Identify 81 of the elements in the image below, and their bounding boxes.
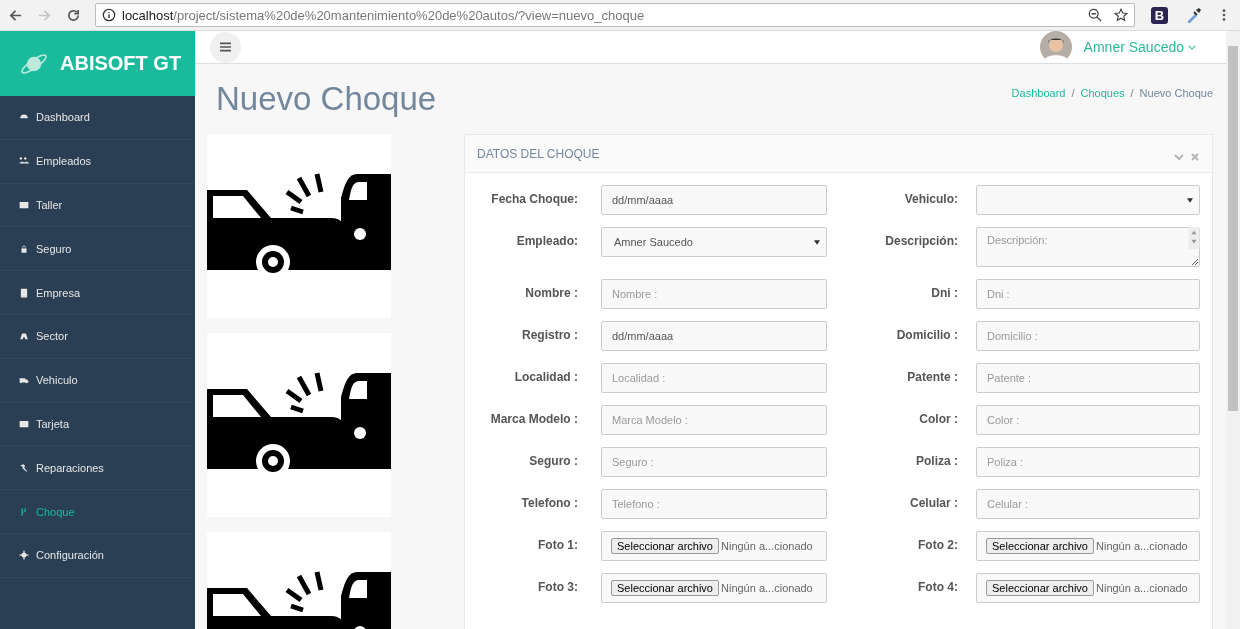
textarea-field[interactable]: Descripción:	[976, 227, 1200, 267]
text-field[interactable]: Dni :	[976, 279, 1200, 309]
text-field[interactable]: Domicilio :	[976, 321, 1200, 351]
field-label: Poliza :	[915, 453, 959, 468]
select-field[interactable]	[976, 185, 1200, 215]
text-field[interactable]: Localidad :	[601, 363, 827, 393]
address-bar[interactable]: localhost/project/sistema%20de%20mantenimiento%20de%20autos/?view=nuevo_choque	[95, 3, 1135, 27]
star-icon[interactable]	[1114, 8, 1128, 22]
file-field[interactable]: Seleccionar archivo Ningún a...cionado	[976, 531, 1200, 561]
file-status-text: Ningún a...cionado	[1096, 582, 1188, 594]
menu-icon	[220, 42, 231, 52]
field-label: Registro :	[521, 327, 579, 342]
extension-button[interactable]: B	[1151, 6, 1168, 24]
date-field[interactable]: dd/mm/aaaa	[601, 321, 827, 351]
text-field[interactable]: Marca Modelo :	[601, 405, 827, 435]
choose-file-button[interactable]: Seleccionar archivo	[986, 538, 1094, 554]
spinner-arrows-icon	[1188, 227, 1200, 249]
field-label: Vehiculo:	[903, 191, 959, 206]
field-label: Localidad :	[513, 369, 579, 384]
file-field[interactable]: Seleccionar archivo Ningún a...cionado	[601, 573, 827, 603]
text-field[interactable]: Telefono :	[601, 489, 827, 519]
menu-item-icon	[19, 200, 29, 210]
field-label: Nombre :	[524, 285, 579, 300]
text-field[interactable]: Nombre :	[601, 279, 827, 309]
eyedropper-icon[interactable]	[1186, 7, 1202, 23]
field-label: Color :	[918, 411, 959, 426]
field-label: Celular :	[909, 495, 959, 510]
menu-icon[interactable]	[1222, 8, 1226, 22]
field-label: Telefono :	[520, 495, 579, 510]
menu-item-icon	[19, 331, 29, 342]
breadcrumb-current: Nuevo Choque	[1139, 87, 1213, 99]
brand-name: ABISOFT GT	[60, 52, 182, 75]
panel-title: DATOS DEL CHOQUE	[477, 146, 600, 161]
file-field[interactable]: Seleccionar archivo Ningún a...cionado	[976, 573, 1200, 603]
file-status-text: Ningún a...cionado	[721, 540, 813, 552]
breadcrumb-separator: /	[1071, 87, 1075, 99]
reload-icon[interactable]	[66, 7, 81, 23]
field-label: Foto 2:	[917, 537, 959, 552]
menu-item-icon	[19, 156, 29, 167]
info-icon[interactable]	[102, 8, 116, 22]
date-field[interactable]: dd/mm/aaaa	[601, 185, 827, 215]
field-label: Dni :	[930, 285, 959, 300]
field-label: Foto 3:	[537, 579, 579, 594]
file-status-text: Ningún a...cionado	[721, 582, 813, 594]
text-field[interactable]: Patente :	[976, 363, 1200, 393]
menu-item-icon	[19, 418, 29, 429]
menu-item-icon	[19, 287, 29, 298]
text-field[interactable]: Seguro :	[601, 447, 827, 477]
field-label: Patente :	[906, 369, 959, 384]
select-field[interactable]: Amner Saucedo	[601, 227, 827, 257]
text-field[interactable]: Color :	[976, 405, 1200, 435]
chevron-down-icon	[1188, 44, 1196, 50]
menu-item-icon	[19, 462, 29, 473]
field-label: Descripción:	[884, 233, 959, 248]
scrollbar[interactable]	[1226, 31, 1240, 629]
menu-item-icon	[19, 550, 29, 561]
field-label: Foto 1:	[537, 537, 579, 552]
field-label: Fecha Choque:	[490, 191, 579, 206]
field-label: Domicilio :	[895, 327, 959, 342]
field-label: Marca Modelo :	[489, 411, 579, 426]
zoom-out-icon[interactable]	[1088, 8, 1102, 22]
field-label: Empleado:	[515, 233, 579, 248]
page-title: Nuevo Choque	[216, 80, 437, 118]
text-field[interactable]: Celular :	[976, 489, 1200, 519]
menu-item-icon	[19, 506, 29, 517]
url-text: localhost/project/sistema%20de%20mantenimiento%20de%20autos/?view=nuevo_choque	[122, 7, 646, 23]
file-field[interactable]: Seleccionar archivo Ningún a...cionado	[601, 531, 827, 561]
file-status-text: Ningún a...cionado	[1096, 540, 1188, 552]
scrollbar-thumb[interactable]	[1228, 46, 1238, 411]
field-label: Foto 4:	[917, 579, 959, 594]
dropdown-arrow-icon	[814, 239, 820, 245]
field-label: Seguro :	[528, 453, 579, 468]
breadcrumb-separator: /	[1130, 87, 1134, 99]
text-field[interactable]: Poliza :	[976, 447, 1200, 477]
resize-grip-icon	[1191, 258, 1199, 266]
choose-file-button[interactable]: Seleccionar archivo	[611, 580, 719, 596]
choose-file-button[interactable]: Seleccionar archivo	[986, 580, 1094, 596]
menu-toggle-button[interactable]	[210, 31, 241, 63]
dropdown-arrow-icon	[1187, 197, 1193, 203]
choose-file-button[interactable]: Seleccionar archivo	[611, 538, 719, 554]
menu-item-icon	[19, 375, 29, 386]
